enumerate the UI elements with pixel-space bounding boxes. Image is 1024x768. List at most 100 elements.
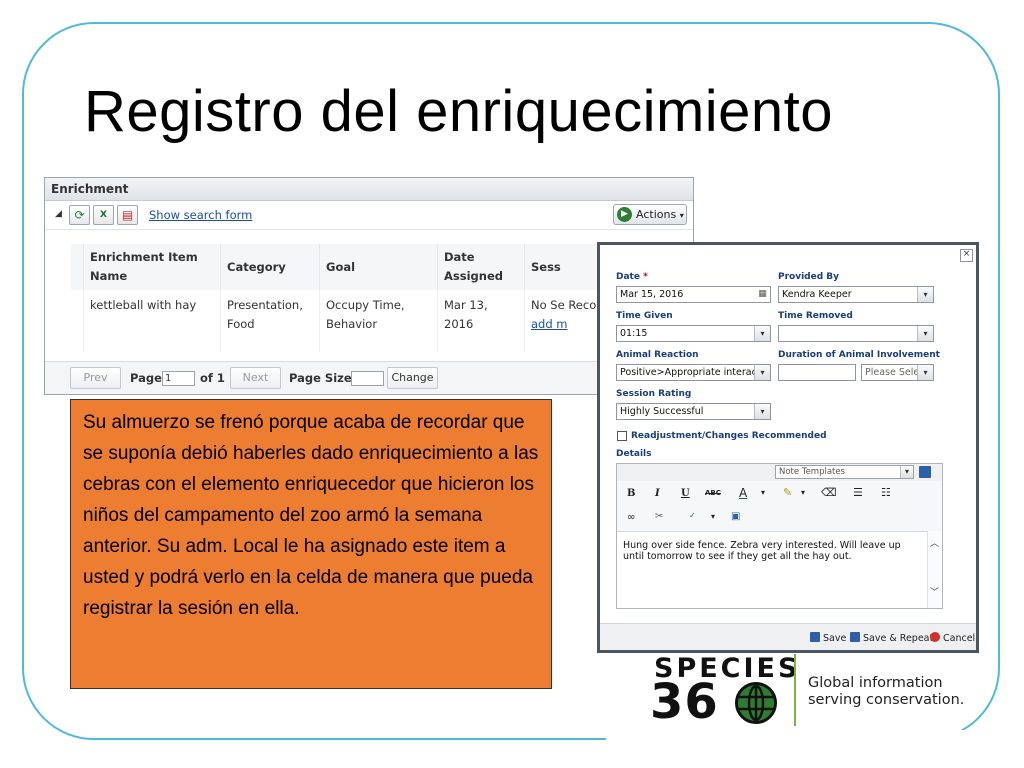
editor-scrollbar[interactable]: ︿ ﹀ — [927, 531, 942, 608]
time-removed-select[interactable]: ▾ — [778, 325, 934, 342]
chevron-down-icon: ▾ — [917, 365, 933, 380]
page-size-input[interactable] — [351, 371, 384, 386]
date-cell: Mar 13, 2016 — [437, 290, 525, 352]
panel-header: Enrichment — [45, 178, 693, 201]
save-button[interactable]: Save — [810, 632, 846, 644]
time-removed-label: Time Removed — [778, 311, 853, 321]
duration-label: Duration of Animal Involvement — [778, 350, 940, 360]
chevron-down-icon: ▾ — [917, 326, 933, 341]
dropdown-arrow-icon: ▾ — [679, 211, 684, 220]
scroll-up-icon[interactable]: ︿ — [930, 536, 939, 549]
instruction-callout: Su almuerzo se frenó porque acaba de rec… — [70, 399, 552, 689]
cancel-icon — [930, 632, 940, 642]
tagline-line-1: Global information — [808, 675, 943, 691]
animal-reaction-select[interactable]: Positive>Appropriate interactio ▾ — [616, 364, 771, 381]
date-field[interactable]: Mar 15, 2016 ▦ — [616, 286, 771, 303]
chevron-down-icon: ▾ — [917, 287, 933, 302]
date-label: Date * — [616, 272, 648, 282]
close-icon[interactable]: × — [960, 249, 973, 262]
underline-icon[interactable]: U — [681, 488, 690, 499]
panel-toolbar: ◢ ⟳ X ▤ Show search form ▶ Actions ▾ — [45, 201, 693, 230]
page-number-input[interactable]: 1 — [162, 371, 195, 386]
bullet-list-icon[interactable]: ☰ — [853, 486, 863, 499]
next-button[interactable]: Next — [230, 367, 281, 389]
pdf-export-icon[interactable]: ▤ — [117, 205, 138, 225]
highlight-icon[interactable]: ✎ — [783, 486, 792, 499]
logo-number-visible: 36 — [650, 676, 740, 728]
duration-input[interactable] — [778, 364, 856, 381]
logo-number-digits: 36 — [650, 676, 719, 728]
row-select-header — [71, 244, 84, 290]
scroll-down-icon[interactable]: ﹀ — [930, 585, 939, 598]
page-size-label: Page Size — [289, 371, 352, 385]
source-view-icon[interactable]: ▣ — [731, 511, 740, 522]
session-dialog: × Date * Mar 15, 2016 ▦ Provided By Kend… — [597, 242, 979, 653]
details-text[interactable]: Hung over side fence. Zebra very interes… — [623, 540, 921, 562]
strikethrough-icon[interactable]: ABC — [705, 489, 721, 497]
note-templates-select[interactable]: Note Templates ▾ — [775, 465, 914, 479]
row-select-cell[interactable] — [71, 290, 84, 352]
tagline-line-2: serving conservation. — [808, 692, 965, 708]
column-header[interactable]: Category — [220, 244, 320, 290]
chevron-down-icon: ▾ — [754, 404, 770, 419]
prev-button[interactable]: Prev — [70, 367, 121, 389]
goal-cell: Occupy Time, Behavior — [319, 290, 438, 352]
collapse-icon[interactable]: ◢ — [55, 209, 62, 219]
save-icon — [850, 632, 860, 642]
session-rating-label: Session Rating — [616, 389, 692, 399]
readjustment-label: Readjustment/Changes Recommended — [631, 431, 827, 441]
globe-grid — [739, 685, 773, 721]
eraser-icon[interactable]: ⌫ — [821, 486, 837, 499]
cancel-button[interactable]: Cancel — [930, 632, 975, 644]
duration-unit-select[interactable]: Please Selec ▾ — [861, 364, 934, 381]
time-given-label: Time Given — [616, 311, 673, 321]
excel-export-icon[interactable]: X — [93, 205, 114, 225]
change-button[interactable]: Change — [387, 367, 438, 389]
chevron-down-icon: ▾ — [754, 365, 770, 380]
bold-icon[interactable]: B — [627, 488, 635, 499]
chevron-down-icon: ▾ — [900, 466, 913, 478]
globe-icon — [735, 682, 777, 724]
chevron-down-icon: ▾ — [754, 326, 770, 341]
actions-button[interactable]: ▶ Actions ▾ — [613, 204, 687, 225]
show-search-form-link[interactable]: Show search form — [149, 208, 252, 222]
required-mark: * — [643, 272, 648, 282]
spellcheck-icon[interactable]: ✓ — [689, 511, 696, 520]
provided-by-label: Provided By — [778, 272, 840, 282]
slide-title: Registro del enriquecimiento — [84, 79, 834, 144]
category-cell: Presentation, Food — [220, 290, 320, 352]
calendar-icon[interactable]: ▦ — [756, 288, 769, 301]
font-color-icon[interactable]: A — [739, 486, 747, 500]
details-editor: Note Templates ▾ B I U ABC A ▾ ✎ ▾ ⌫ ☰ ☷… — [616, 463, 943, 609]
actions-label: Actions — [636, 208, 677, 221]
frame-gap — [606, 730, 1024, 768]
unlink-icon[interactable]: ✂ — [655, 511, 663, 522]
dropdown-arrow-icon[interactable]: ▾ — [801, 488, 805, 497]
link-icon[interactable]: ∞ — [627, 512, 635, 523]
save-template-icon[interactable] — [919, 466, 931, 478]
page-label: Page — [130, 371, 162, 385]
session-rating-select[interactable]: Highly Successful ▾ — [616, 403, 771, 420]
dropdown-arrow-icon[interactable]: ▾ — [761, 488, 765, 497]
editor-top-bar: Note Templates ▾ — [617, 464, 942, 482]
save-repeat-button[interactable]: Save & Repeat — [850, 632, 933, 644]
editor-toolbar: B I U ABC A ▾ ✎ ▾ ⌫ ☰ ☷ ∞ ✂ ✓ ▾ ▣ — [617, 481, 942, 532]
refresh-icon[interactable]: ⟳ — [69, 205, 90, 225]
provided-by-select[interactable]: Kendra Keeper ▾ — [778, 286, 934, 303]
column-header[interactable]: Enrichment Item Name — [83, 244, 221, 290]
italic-icon[interactable]: I — [655, 488, 660, 499]
details-label: Details — [616, 449, 652, 459]
pager: Prev Page 1 of 1 Next Page Size Change — [45, 361, 693, 394]
time-given-select[interactable]: 01:15 ▾ — [616, 325, 771, 342]
dropdown-arrow-icon[interactable]: ▾ — [711, 512, 715, 521]
column-header[interactable]: Date Assigned — [437, 244, 525, 290]
numbered-list-icon[interactable]: ☷ — [881, 486, 891, 499]
column-header[interactable]: Goal — [319, 244, 438, 290]
readjustment-checkbox[interactable] — [617, 431, 627, 441]
save-icon — [810, 632, 820, 642]
go-arrow-icon: ▶ — [617, 207, 632, 222]
logo-divider — [794, 654, 796, 726]
logo-tagline: Global information serving conservation. — [808, 675, 964, 709]
item-name-cell: kettleball with hay — [83, 290, 221, 352]
animal-reaction-label: Animal Reaction — [616, 350, 699, 360]
